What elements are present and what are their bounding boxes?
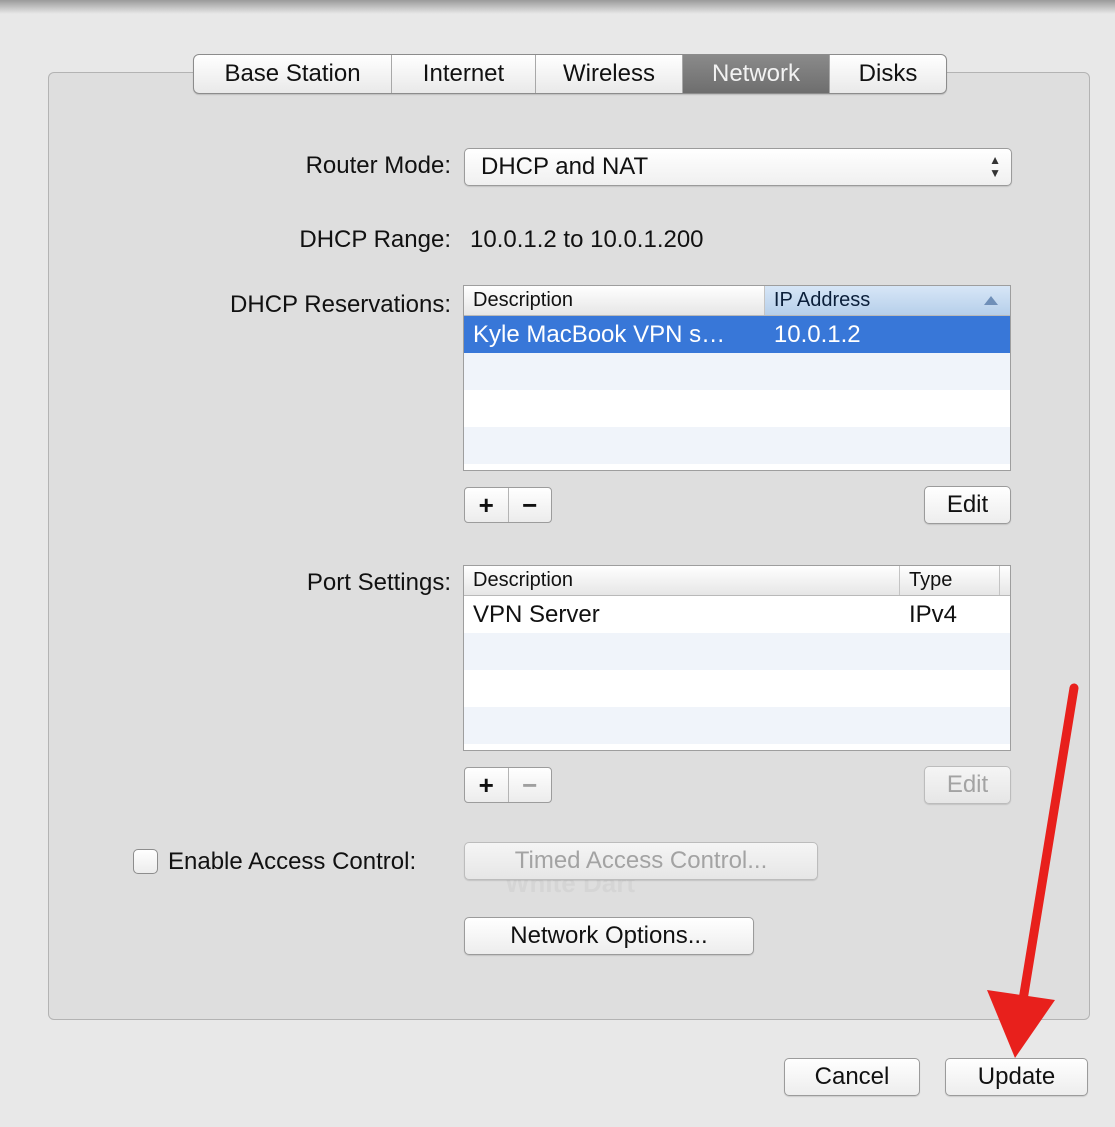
annotation-arrow-icon: [987, 683, 1079, 1058]
